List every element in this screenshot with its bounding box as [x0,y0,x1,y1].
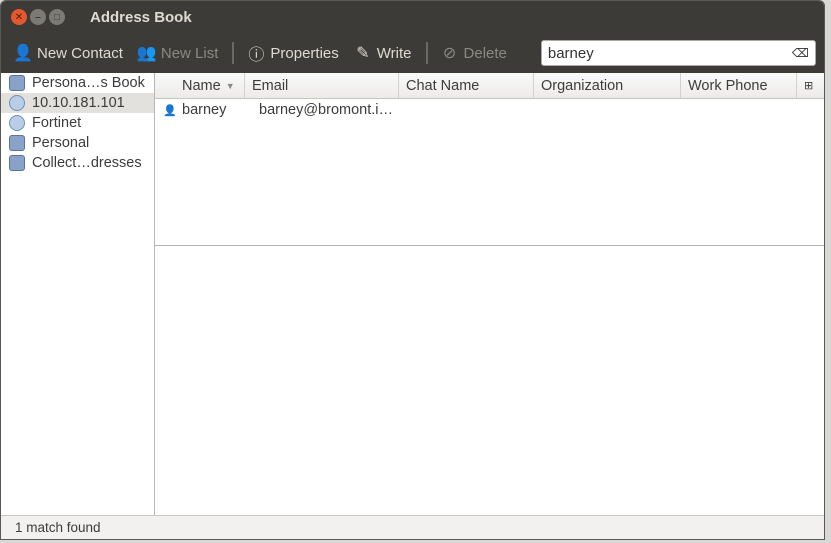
toolbar: 👤 New Contact 👥 New List ⓘ Properties ✎ Writ… [1,33,824,73]
contacts-table: Name ▼ Email Chat Name Organization Work … [155,73,824,246]
write-button[interactable]: ✎ Write [353,43,412,63]
sidebar-item-ldap-server[interactable]: 10.10.181.101 [1,93,154,113]
sidebar-item-label: Personal [32,135,90,151]
column-label: Chat Name [406,77,480,94]
globe-icon [9,115,25,131]
write-label: Write [376,44,412,62]
contact-preview-pane [155,246,824,515]
address-book-icon [9,75,25,91]
table-header: Name ▼ Email Chat Name Organization Work … [155,73,824,99]
new-contact-icon: 👤 [13,45,33,62]
column-header-email[interactable]: Email [245,73,399,98]
address-book-window: ✕ – □ Address Book 👤 New Contact 👥 New Lis… [0,0,825,540]
column-header-organization[interactable]: Organization [534,73,681,98]
column-label: Work Phone [688,77,768,94]
status-bar: 1 match found [1,515,824,539]
search-value: barney [547,44,594,62]
maximize-button[interactable]: □ [49,9,65,25]
sidebar-item-label: Collect…dresses [32,155,142,171]
new-list-label: New List [160,44,219,62]
delete-label: Delete [463,44,507,62]
contact-email: barney@bromont.i… [259,102,393,118]
properties-button[interactable]: ⓘ Properties [246,43,339,65]
toolbar-separator [232,42,235,64]
new-list-button[interactable]: 👥 New List [137,43,219,63]
sidebar-item-personal[interactable]: Personal [1,133,154,153]
search-input[interactable]: barney ⌫ [540,40,816,66]
delete-icon: ⊘ [442,45,457,62]
sidebar-item-label: Fortinet [32,115,82,131]
info-icon: ⓘ [248,47,265,64]
address-book-icon [9,135,25,151]
status-text: 1 match found [15,520,101,535]
sidebar-item-fortinet[interactable]: Fortinet [1,113,154,133]
new-contact-button[interactable]: 👤 New Contact [13,43,123,63]
pencil-icon: ✎ [356,45,370,62]
window-title: Address Book [90,8,192,26]
table-row[interactable]: 👤 barney barney@bromont.i… [155,99,824,121]
contact-name: barney [182,102,227,118]
toolbar-separator [425,42,428,64]
clear-search-icon[interactable]: ⌫ [792,46,809,60]
column-header-chat-name[interactable]: Chat Name [399,73,534,98]
column-header-name[interactable]: Name ▼ [155,73,245,98]
close-button[interactable]: ✕ [11,9,27,25]
title-bar: ✕ – □ Address Book [1,1,824,33]
address-book-icon [9,155,25,171]
contact-icon: 👤 [163,104,177,117]
properties-label: Properties [270,44,339,62]
column-label: Email [252,77,289,94]
delete-button[interactable]: ⊘ Delete [440,43,507,63]
new-contact-label: New Contact [37,44,123,62]
address-book-list: Persona…s Book 10.10.181.101 Fortinet Pe… [1,73,155,515]
sidebar-item-collected-addresses[interactable]: Collect…dresses [1,153,154,173]
minimize-button[interactable]: – [30,9,46,25]
sidebar-item-label: Persona…s Book [32,75,145,91]
sidebar-item-personal-address-book[interactable]: Persona…s Book [1,73,154,93]
globe-icon [9,95,25,111]
new-list-icon: 👥 [136,45,157,62]
column-label: Organization [541,77,624,94]
column-picker-icon[interactable]: ⊞ [797,73,824,98]
sidebar-item-label: 10.10.181.101 [32,95,125,111]
column-header-work-phone[interactable]: Work Phone [681,73,797,98]
column-label: Name [182,77,221,94]
sort-descending-icon: ▼ [225,80,235,91]
